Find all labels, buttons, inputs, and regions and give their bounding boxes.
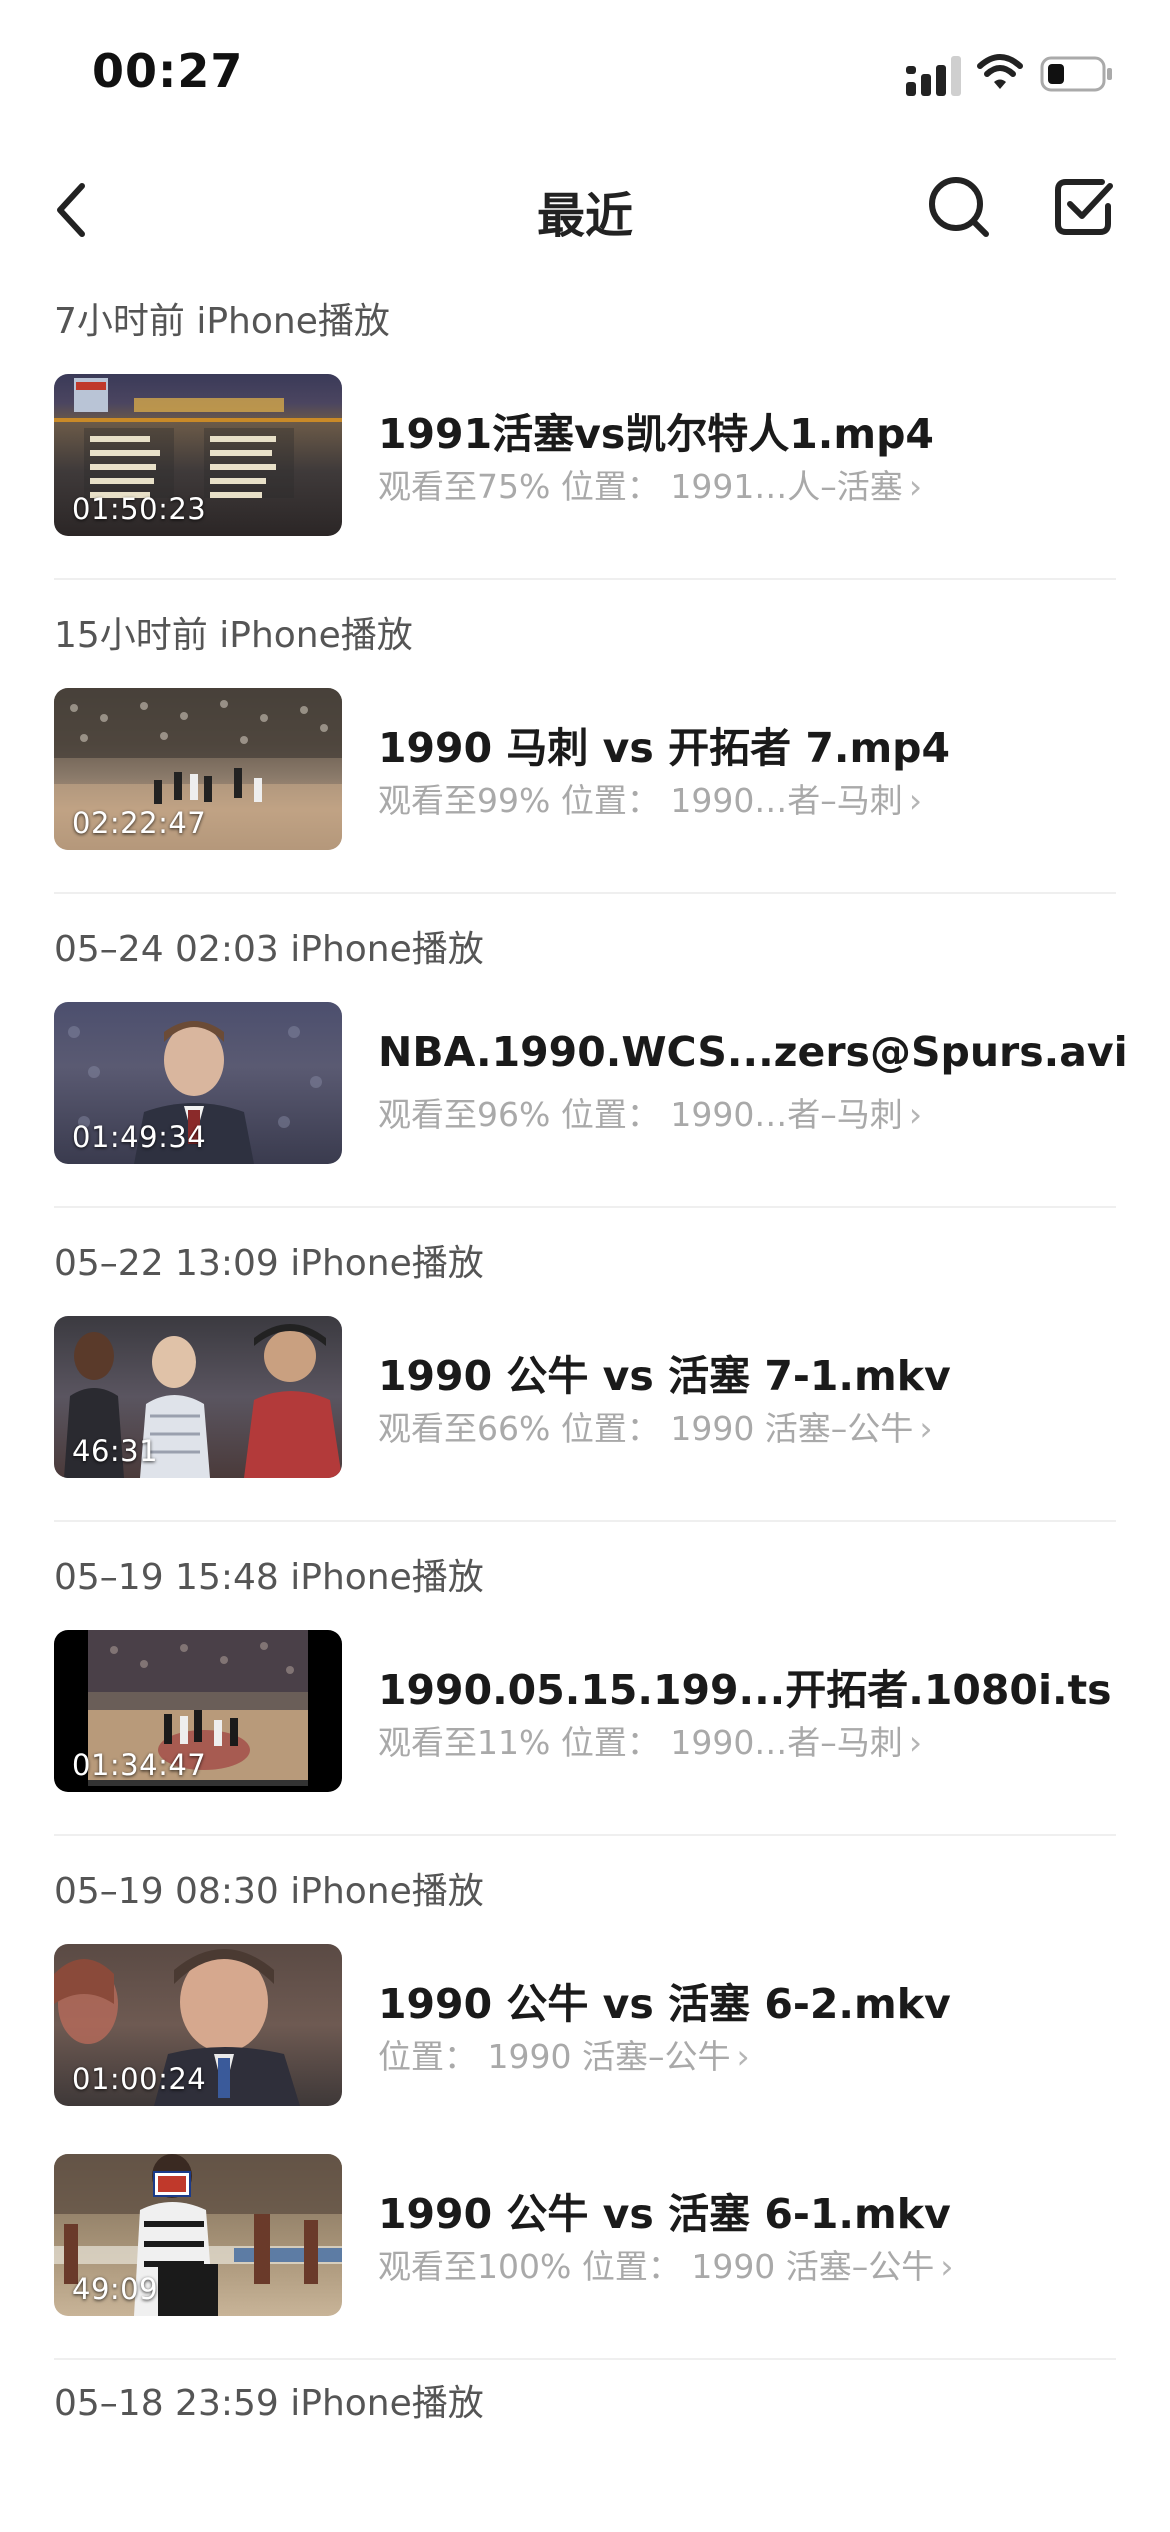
signal-icon	[906, 56, 961, 96]
history-section: 7小时前 iPhone播放 01:50:23 1991活塞vs凯尔特人1.mp4…	[54, 266, 1116, 580]
video-progress: 观看至96% 位置： 1990…者–马刺	[378, 1095, 903, 1134]
history-section: 05–24 02:03 iPhone播放 01:49:34 NBA.1990.W…	[54, 894, 1128, 1208]
video-progress: 观看至100% 位置： 1990 活塞–公牛	[378, 2247, 935, 2286]
video-duration: 49:09	[72, 2272, 159, 2306]
chevron-right-icon: ›	[736, 2037, 750, 2076]
video-progress: 位置： 1990 活塞–公牛	[378, 2037, 731, 2076]
video-duration: 01:00:24	[72, 2062, 207, 2096]
checkbox-icon[interactable]	[1052, 176, 1114, 238]
history-section: 05–19 08:30 iPhone播放 01:00:24 1990 公牛 vs…	[54, 1836, 1116, 2360]
video-title: NBA.1990.WCS...zers@Spurs.avi	[378, 1028, 1128, 1076]
video-item[interactable]: 49:09 1990 公牛 vs 活塞 6-1.mkv 观看至100% 位置： …	[54, 2154, 1116, 2318]
section-header: 05–18 23:59 iPhone播放	[54, 2383, 484, 2420]
section-header: 05–22 13:09 iPhone播放	[54, 1243, 484, 1284]
chevron-right-icon: ›	[908, 1723, 923, 1762]
video-thumbnail[interactable]: 01:00:24	[54, 1944, 342, 2106]
video-item[interactable]: 01:00:24 1990 公牛 vs 活塞 6-2.mkv 位置： 1990 …	[54, 1944, 1116, 2108]
chevron-right-icon: ›	[908, 1095, 923, 1134]
video-title: 1990.05.15.199...开拓者.1080i.ts	[378, 1666, 1112, 1714]
page-title: 最近	[536, 188, 633, 244]
section-header: 7小时前 iPhone播放	[54, 301, 390, 342]
video-progress: 观看至99% 位置： 1990…者–马刺	[378, 781, 903, 820]
video-progress-row: 观看至75% 位置： 1991…人–活塞 ›	[378, 460, 922, 508]
video-duration: 01:34:47	[72, 1748, 207, 1782]
video-item[interactable]: 01:49:34 NBA.1990.WCS...zers@Spurs.avi 观…	[54, 1002, 1128, 1166]
video-item[interactable]: 02:22:47 1990 马刺 vs 开拓者 7.mp4 观看至99% 位置：…	[54, 688, 1116, 852]
video-progress: 观看至11% 位置： 1990…者–马刺	[378, 1723, 903, 1762]
video-title: 1990 公牛 vs 活塞 7-1.mkv	[378, 1352, 951, 1400]
video-item[interactable]: 01:34:47 1990.05.15.199...开拓者.1080i.ts 观…	[54, 1630, 1116, 1794]
battery-icon	[1040, 56, 1112, 92]
video-item[interactable]: 46:31 1990 公牛 vs 活塞 7-1.mkv 观看至66% 位置： 1…	[54, 1316, 1116, 1480]
video-title: 1991活塞vs凯尔特人1.mp4	[378, 410, 934, 458]
chevron-right-icon: ›	[940, 2247, 954, 2286]
status-bar: 00:27	[0, 0, 1170, 150]
search-icon[interactable]	[926, 174, 992, 240]
video-thumbnail[interactable]: 02:22:47	[54, 688, 342, 850]
section-header: 05–19 15:48 iPhone播放	[54, 1557, 484, 1598]
video-progress-row: 观看至99% 位置： 1990…者–马刺 ›	[378, 774, 922, 822]
video-duration: 01:50:23	[72, 492, 207, 526]
chevron-right-icon: ›	[908, 467, 923, 506]
video-progress-row: 观看至100% 位置： 1990 活塞–公牛 ›	[378, 2240, 954, 2288]
video-duration: 01:49:34	[72, 1120, 207, 1154]
video-progress-row: 观看至11% 位置： 1990…者–马刺 ›	[378, 1716, 922, 1764]
nav-bar: 最近	[0, 150, 1170, 266]
history-section: 05–22 13:09 iPhone播放 46:31 1990 公牛 vs 活塞…	[54, 1208, 1116, 1522]
history-section: 05–19 15:48 iPhone播放 01:34:47 1990.05.15…	[54, 1522, 1116, 1836]
video-thumbnail[interactable]: 01:50:23	[54, 374, 342, 536]
section-header: 05–19 08:30 iPhone播放	[54, 1871, 484, 1912]
video-title: 1990 公牛 vs 活塞 6-1.mkv	[378, 2190, 951, 2238]
section-header: 15小时前 iPhone播放	[54, 615, 413, 656]
section-header: 05–24 02:03 iPhone播放	[54, 929, 484, 970]
chevron-right-icon: ›	[919, 1409, 933, 1448]
video-duration: 02:22:47	[72, 806, 207, 840]
video-duration: 46:31	[72, 1434, 159, 1468]
video-progress: 观看至66% 位置： 1990 活塞–公牛	[378, 1409, 914, 1448]
history-section: 05–18 23:59 iPhone播放	[54, 2360, 1116, 2420]
video-thumbnail[interactable]: 49:09	[54, 2154, 342, 2316]
video-title: 1990 公牛 vs 活塞 6-2.mkv	[378, 1980, 951, 2028]
history-section: 15小时前 iPhone播放 02:22:47 1990 马刺 vs 开拓者 7…	[54, 580, 1116, 894]
video-progress: 观看至75% 位置： 1991…人–活塞	[378, 467, 903, 506]
history-list: 7小时前 iPhone播放 01:50:23 1991活塞vs凯尔特人1.mp4…	[0, 266, 1170, 2420]
chevron-right-icon: ›	[908, 781, 923, 820]
video-thumbnail[interactable]: 46:31	[54, 1316, 342, 1478]
video-progress-row: 观看至96% 位置： 1990…者–马刺 ›	[378, 1088, 922, 1136]
video-thumbnail[interactable]: 01:34:47	[54, 1630, 342, 1792]
status-time: 00:27	[92, 44, 244, 98]
video-progress-row: 观看至66% 位置： 1990 活塞–公牛 ›	[378, 1402, 933, 1450]
video-thumbnail[interactable]: 01:49:34	[54, 1002, 342, 1164]
video-item[interactable]: 01:50:23 1991活塞vs凯尔特人1.mp4 观看至75% 位置： 19…	[54, 374, 1116, 538]
video-title: 1990 马刺 vs 开拓者 7.mp4	[378, 724, 951, 772]
video-progress-row: 位置： 1990 活塞–公牛 ›	[378, 2030, 750, 2078]
wifi-icon	[977, 54, 1023, 89]
